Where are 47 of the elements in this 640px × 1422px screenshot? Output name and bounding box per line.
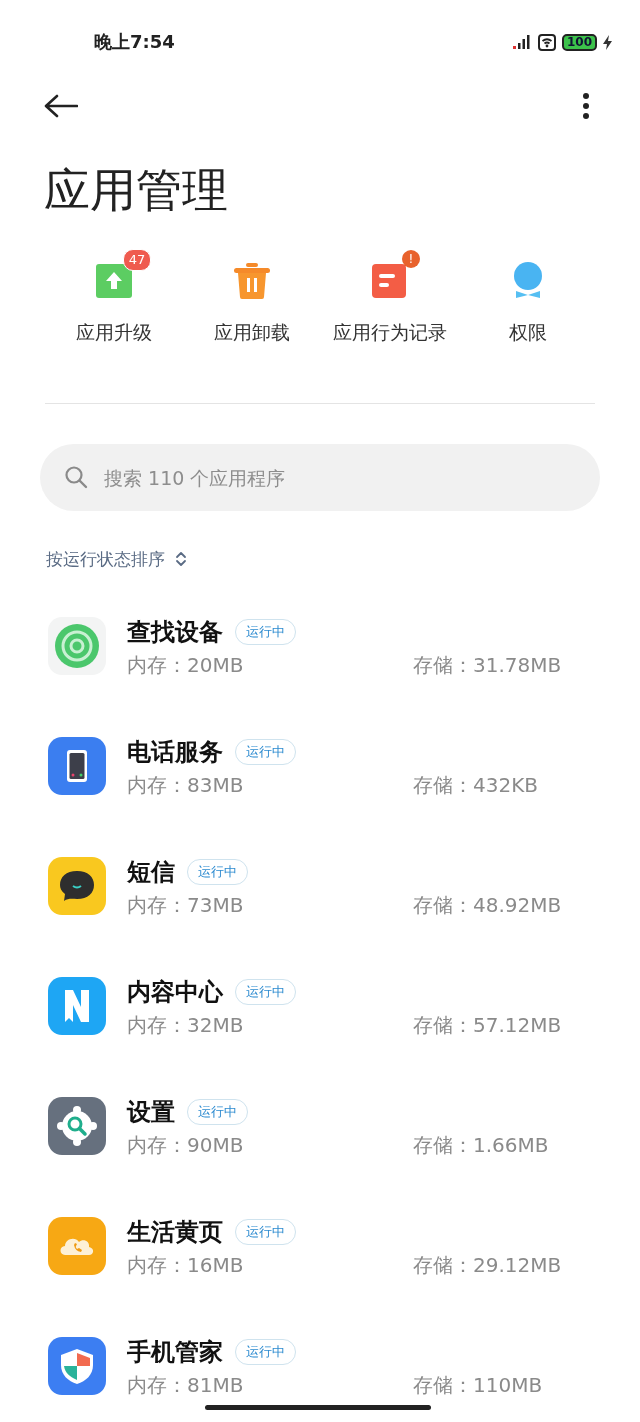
notification-badge: 47 [123,249,151,271]
storage-usage: 存储：48.92MB [413,891,562,919]
sort-chevron-icon[interactable] [175,550,187,568]
app-name[interactable]: 短信 [127,856,175,888]
app-name[interactable]: 设置 [127,1096,175,1128]
signal-icon [511,34,532,50]
action-label[interactable]: 应用行为记录 [333,318,447,346]
bookmark-icon[interactable] [48,977,106,1035]
radar-icon[interactable] [48,617,106,675]
gear-icon[interactable] [48,1097,106,1155]
page-title: 应用管理 [44,162,229,219]
status-time: 晚上7:54 [94,30,175,54]
chat-bubble-icon[interactable] [48,857,106,915]
memory-usage: 内存：20MB [127,651,245,679]
more-icon[interactable] [582,92,590,120]
shield-icon[interactable] [48,1337,106,1395]
memory-usage: 内存：90MB [127,1131,245,1159]
storage-usage: 存储：1.66MB [413,1131,549,1159]
storage-usage: 存储：31.78MB [413,651,562,679]
app-name[interactable]: 内容中心 [127,976,223,1008]
search-icon [64,465,88,489]
search-field[interactable]: 搜索 110 个应用程序 [40,444,600,511]
cloud-phone-icon[interactable] [48,1217,106,1275]
action-label[interactable]: 权限 [509,318,547,346]
charging-icon [603,34,612,50]
battery-indicator: 100 [561,33,597,51]
storage-usage: 存储：432KB [413,771,538,799]
memory-usage: 内存：16MB [127,1251,245,1279]
wifi-icon [537,33,556,51]
storage-usage: 存储：110MB [413,1371,543,1399]
storage-usage: 存储：57.12MB [413,1011,562,1039]
back-icon[interactable] [44,94,78,118]
app-name[interactable]: 生活黄页 [127,1216,223,1248]
action-label[interactable]: 应用卸载 [214,318,290,346]
app-name[interactable]: 手机管家 [127,1336,223,1368]
app-name[interactable]: 查找设备 [127,616,223,648]
memory-usage: 内存：81MB [127,1371,245,1399]
phone-icon[interactable] [48,737,106,795]
memory-usage: 内存：83MB [127,771,245,799]
memory-usage: 内存：32MB [127,1011,245,1039]
action-label[interactable]: 应用升级 [76,318,152,346]
app-name[interactable]: 电话服务 [127,736,223,768]
memory-usage: 内存：73MB [127,891,245,919]
sort-label[interactable]: 按运行状态排序 [46,547,165,571]
trash-icon[interactable] [232,260,272,300]
storage-usage: 存储：29.12MB [413,1251,562,1279]
notification-badge: ! [402,250,420,268]
